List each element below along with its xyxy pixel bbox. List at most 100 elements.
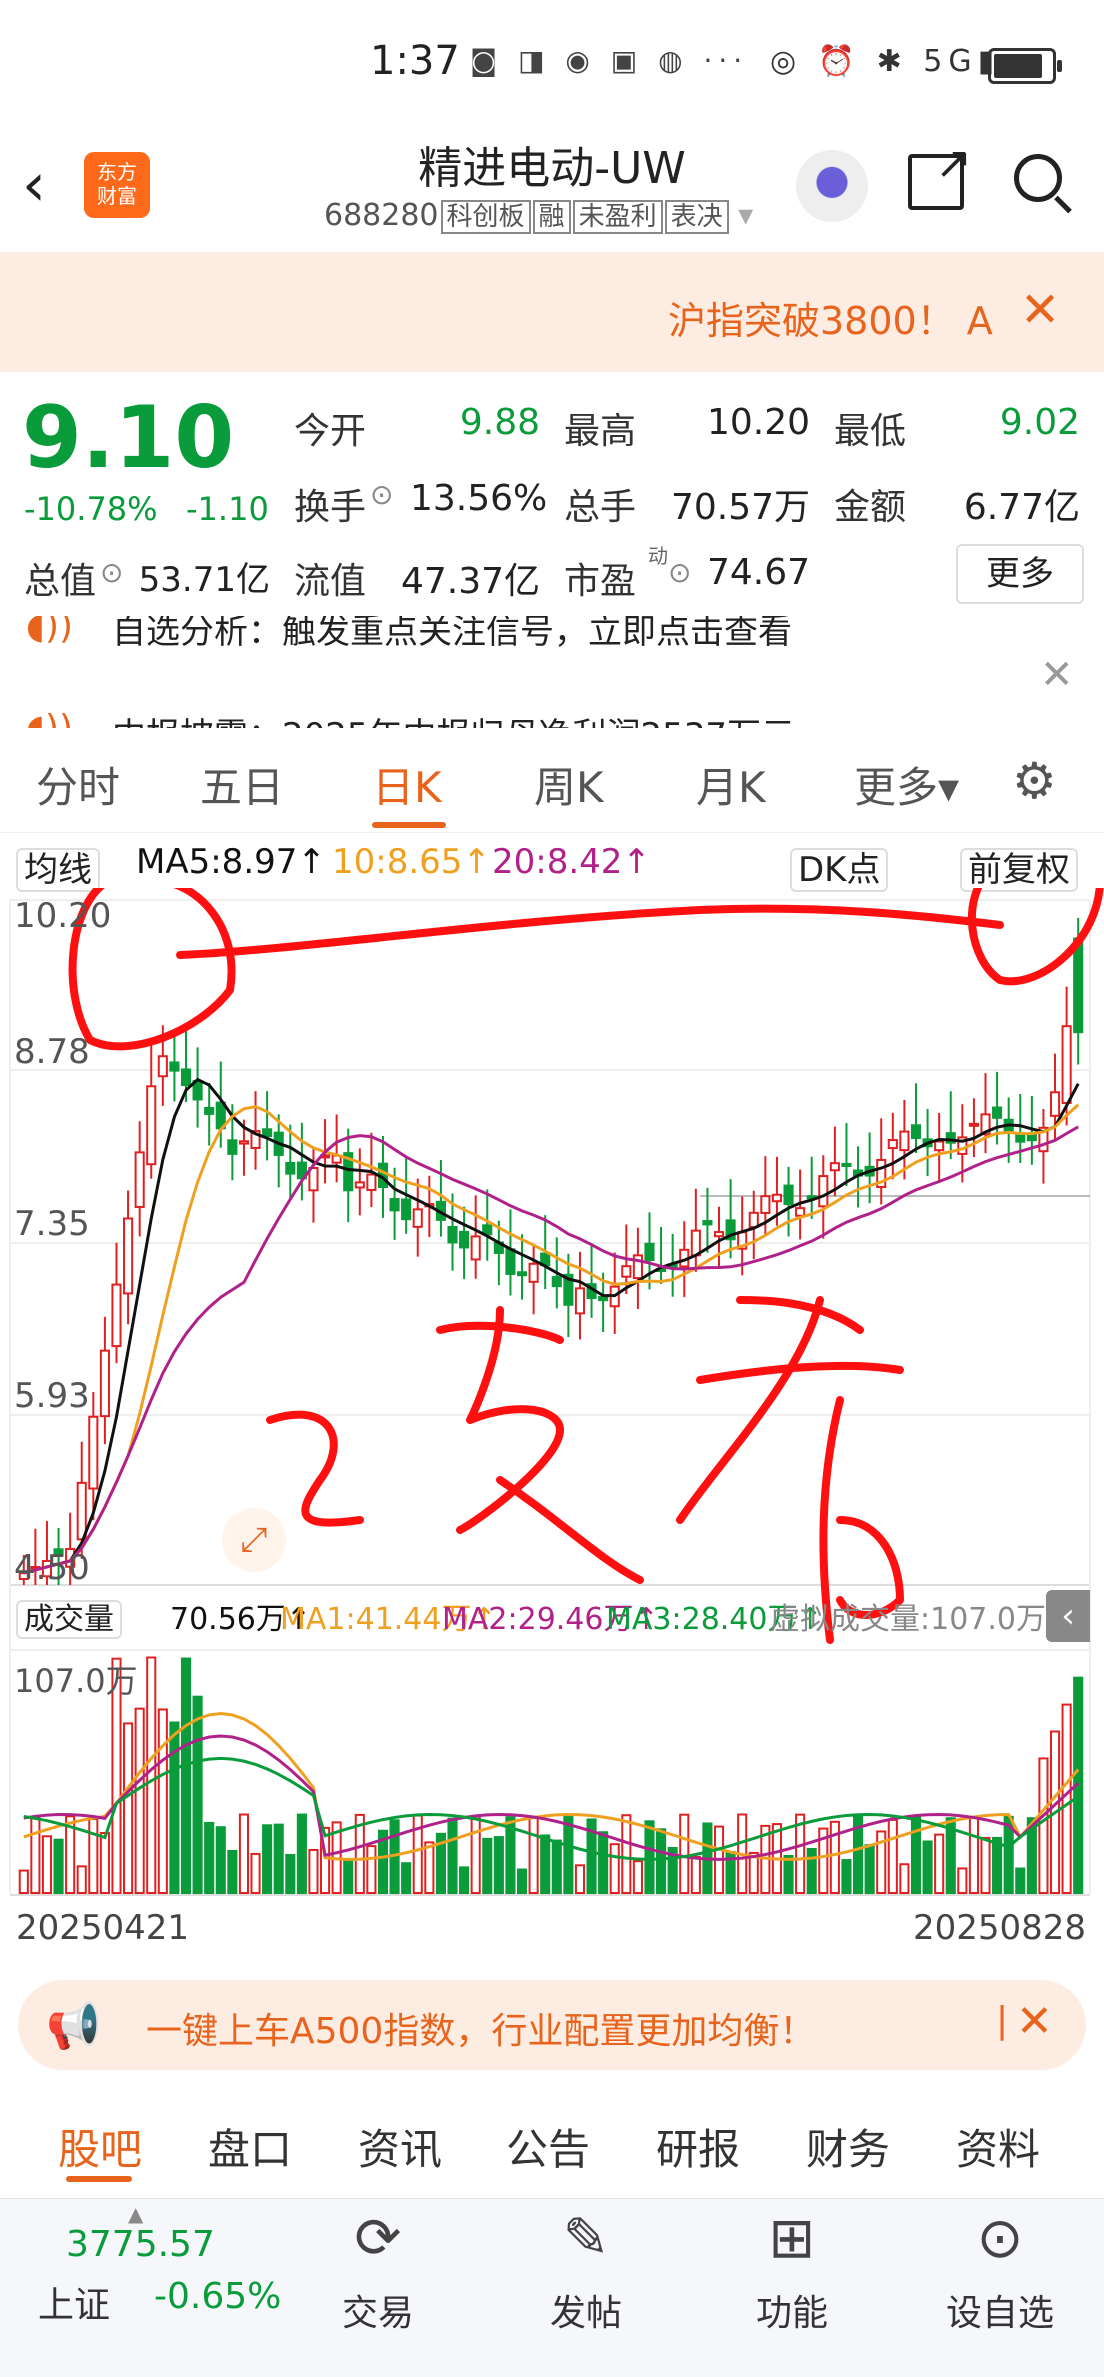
notice-area[interactable]: ◖)) 自选分析：触发重点关注信号，立即点击查看 ◖)) 中报披露：2025年中…: [0, 616, 1104, 728]
candle-body: [111, 1283, 122, 1348]
candle-body: [899, 1130, 910, 1152]
volume-bar: [447, 1817, 458, 1894]
high-label: 最高: [564, 411, 637, 452]
close-notice-icon[interactable]: ✕: [1040, 652, 1074, 698]
candle-body: [748, 1211, 759, 1229]
volume-bar: [934, 1833, 945, 1895]
dk-button[interactable]: DK点: [790, 842, 889, 892]
ad-text[interactable]: 一键上车A500指数，行业配置更加均衡！: [146, 2002, 815, 2054]
candle-body: [401, 1198, 412, 1221]
trade-button[interactable]: 交易: [318, 2284, 438, 2336]
volume-bar: [308, 1848, 319, 1894]
share-icon[interactable]: [908, 138, 972, 210]
chevron-up-icon[interactable]: ▲: [128, 2202, 143, 2226]
mktcap-label: 总值: [24, 561, 97, 602]
active-subtab-indicator: [66, 2176, 132, 2182]
ma-dropdown[interactable]: 均线: [16, 842, 100, 892]
tab-news[interactable]: 资讯: [358, 2116, 442, 2177]
adjust-button[interactable]: 前复权: [960, 842, 1078, 892]
tab-intraday[interactable]: 分时: [36, 754, 120, 815]
candle-body: [99, 1349, 110, 1418]
gear-icon[interactable]: ⚙: [1012, 752, 1057, 810]
amount-label: 金额: [834, 487, 907, 528]
tab-monthly-k[interactable]: 月K: [696, 754, 766, 815]
volume-bar: [401, 1862, 412, 1895]
notice-line-1[interactable]: 自选分析：触发重点关注信号，立即点击查看: [112, 616, 792, 653]
fullscreen-icon[interactable]: ⤢: [222, 1508, 286, 1572]
volume-bar: [180, 1657, 192, 1894]
turnover-value: 13.56%: [410, 478, 548, 519]
collapse-icon[interactable]: ‹: [1046, 1590, 1090, 1642]
volume-value: 70.57万: [670, 487, 810, 528]
tab-announcements[interactable]: 公告: [506, 2116, 590, 2177]
volume-bar: [296, 1813, 307, 1894]
candle-body: [134, 1151, 145, 1208]
grid-icon[interactable]: ⊞: [732, 2206, 852, 2271]
tab-daily-k[interactable]: 日K: [372, 754, 442, 815]
candle-body: [1015, 1133, 1026, 1143]
kline-chart[interactable]: [0, 888, 1104, 1908]
functions-button[interactable]: 功能: [732, 2284, 852, 2336]
axis-label-3: 7.35: [14, 1204, 90, 1244]
candle-body: [795, 1207, 806, 1217]
yen-icon[interactable]: ⟳: [318, 2206, 438, 2271]
tag-unprofitable: 未盈利: [572, 200, 663, 234]
tab-pankou[interactable]: 盘口: [208, 2116, 292, 2177]
tag-margin: 融: [532, 200, 571, 234]
axis-label-2: 8.78: [14, 1032, 90, 1072]
post-button[interactable]: 发帖: [526, 2284, 646, 2336]
tab-weekly-k[interactable]: 周K: [534, 754, 604, 815]
mktcap-value: 53.71亿: [138, 560, 270, 600]
candle-body: [841, 1162, 852, 1168]
index-value[interactable]: 3775.57: [66, 2224, 215, 2265]
close-icon[interactable]: ✕: [1020, 282, 1060, 338]
pe-value: 74.67: [706, 552, 810, 593]
volume-bar: [1038, 1757, 1049, 1894]
volume-bar: [238, 1813, 250, 1895]
open-value: 9.88: [459, 402, 540, 443]
volume-dropdown[interactable]: 成交量: [16, 1594, 122, 1639]
tab-guba[interactable]: 股吧: [58, 2116, 142, 2177]
ma-lines: [23, 1077, 1080, 1575]
tab-finance[interactable]: 财务: [806, 2116, 890, 2177]
edit-icon[interactable]: ✎: [526, 2206, 646, 2271]
tab-five-day[interactable]: 五日: [200, 754, 284, 815]
candle-body: [366, 1173, 377, 1191]
search-icon[interactable]: [1014, 154, 1062, 202]
volume-bar: [424, 1841, 435, 1894]
volume-bar: [528, 1816, 539, 1894]
add-watchlist-button[interactable]: 设自选: [940, 2284, 1060, 2336]
more-icon[interactable]: ⊙: [940, 2206, 1060, 2271]
candle-body: [992, 1106, 1003, 1119]
volume-bar: [459, 1866, 470, 1895]
tab-profile[interactable]: 资料: [956, 2116, 1040, 2177]
volume-bars: [18, 1656, 1084, 1895]
info-icon[interactable]: ⊙: [370, 478, 393, 511]
index-name[interactable]: 上证: [38, 2276, 110, 2328]
volume-bar: [690, 1856, 701, 1895]
tab-research[interactable]: 研报: [656, 2116, 740, 2177]
close-ad-icon[interactable]: ✕: [1016, 1996, 1053, 2047]
assistant-avatar-icon[interactable]: [796, 150, 868, 222]
pe-label: 市盈: [564, 561, 637, 602]
notice-line-2[interactable]: 中报披露：2025年中报归母净利润2537万元: [112, 708, 795, 728]
more-button[interactable]: 更多: [956, 544, 1084, 604]
banner-text[interactable]: 沪指突破3800！ A: [668, 290, 993, 345]
tab-more[interactable]: 更多▾: [854, 754, 959, 815]
candle-body: [702, 1220, 713, 1226]
end-date: 20250828: [912, 1908, 1086, 1948]
volume-bar: [656, 1828, 667, 1895]
volume-bar: [644, 1820, 655, 1895]
float-label: 流值: [294, 561, 367, 602]
ma5-line: [23, 1077, 1080, 1575]
candle-body: [146, 1085, 157, 1166]
volume-bar: [470, 1815, 481, 1895]
low-value: 9.02: [999, 402, 1080, 443]
volume-bar: [1015, 1867, 1026, 1894]
info-icon[interactable]: ⊙: [668, 556, 691, 589]
volume-bar: [134, 1707, 145, 1894]
index-change[interactable]: -0.65%: [154, 2276, 281, 2317]
candle-body: [76, 1481, 87, 1541]
start-date: 20250421: [16, 1908, 190, 1948]
candle-body: [771, 1193, 783, 1203]
